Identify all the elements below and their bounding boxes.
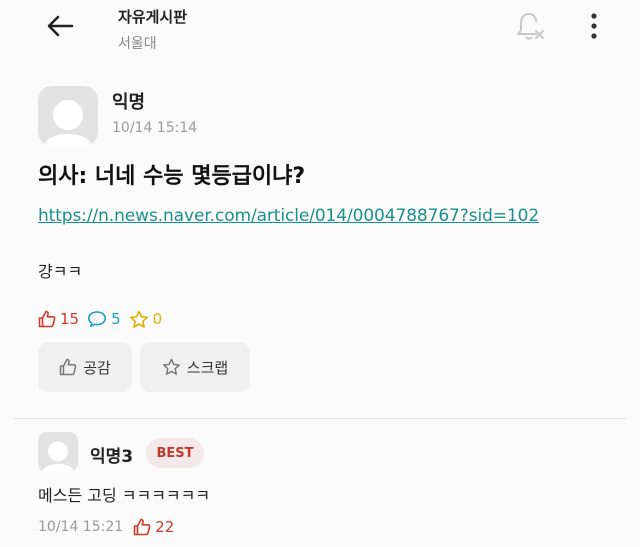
- post-author: 익명: [112, 92, 146, 113]
- post-time: 10/14 15:14: [112, 120, 198, 136]
- post-stats: 15 5 0: [38, 309, 170, 329]
- comment-meta: 10/14 15:21 22: [38, 518, 174, 536]
- back-button[interactable]: [40, 10, 80, 42]
- school-name: 서울대: [118, 36, 157, 52]
- like-count-value: 15: [60, 310, 80, 328]
- scrap-count-value: 0: [152, 310, 163, 328]
- more-vertical-icon: [591, 13, 597, 39]
- comment-like-count-value: 22: [155, 518, 175, 536]
- header-titles: 자유게시판 서울대: [118, 8, 187, 52]
- back-arrow-icon: [47, 15, 74, 37]
- thumbs-up-icon: [59, 358, 77, 376]
- post-link[interactable]: https://n.news.naver.com/article/014/000…: [38, 206, 539, 226]
- scrap-count: 0: [129, 310, 163, 329]
- comment-count: 5: [87, 310, 121, 328]
- avatar: [38, 86, 98, 146]
- comment-count-value: 5: [111, 310, 121, 328]
- thumbs-up-icon: [133, 518, 151, 536]
- bell-off-icon: [517, 13, 544, 40]
- board-name: 자유게시판: [118, 8, 188, 26]
- like-button[interactable]: 공감: [38, 342, 132, 392]
- more-options-button[interactable]: [582, 10, 606, 42]
- comment-like-count[interactable]: 22: [133, 518, 174, 536]
- anonymous-avatar-icon: [38, 432, 78, 472]
- comment-body: 메스든 고딩 ㅋㅋㅋㅋㅋㅋ: [38, 486, 211, 505]
- app-header: 자유게시판 서울대: [0, 0, 640, 78]
- post-title: 의사: 너네 수능 몇등급이냐?: [38, 164, 306, 189]
- comment-time: 10/14 15:21: [38, 519, 124, 535]
- thumbs-up-icon: [38, 310, 56, 328]
- best-badge: BEST: [146, 438, 204, 468]
- scrap-button-label: 스크랩: [186, 358, 229, 377]
- scrap-button[interactable]: 스크랩: [140, 342, 250, 392]
- like-button-label: 공감: [83, 358, 111, 377]
- comment-author: 익명3: [90, 447, 134, 467]
- like-count: 15: [38, 310, 79, 328]
- speech-bubble-icon: [88, 311, 107, 327]
- post-body: 걍ㅋㅋ: [38, 262, 83, 281]
- anonymous-avatar-icon: [38, 86, 98, 146]
- divider: [14, 418, 626, 419]
- post-actions: 공감 스크랩: [38, 342, 250, 392]
- avatar: [38, 432, 78, 472]
- star-icon: [162, 358, 180, 375]
- star-icon: [129, 310, 148, 328]
- notification-button[interactable]: [512, 8, 548, 44]
